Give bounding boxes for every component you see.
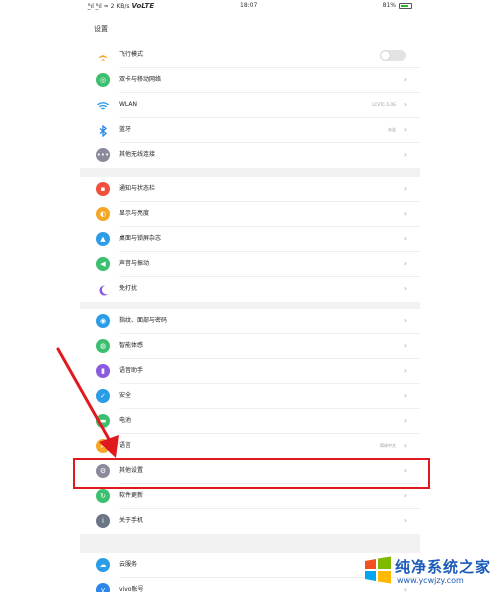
pointer-arrow (56, 347, 119, 458)
watermark: 纯净系统之家 www.ycwjzy.com (363, 552, 500, 592)
watermark-url: www.ycwjzy.com (397, 576, 464, 585)
windows-logo-icon (365, 556, 391, 584)
watermark-title: 纯净系统之家 (395, 558, 492, 576)
